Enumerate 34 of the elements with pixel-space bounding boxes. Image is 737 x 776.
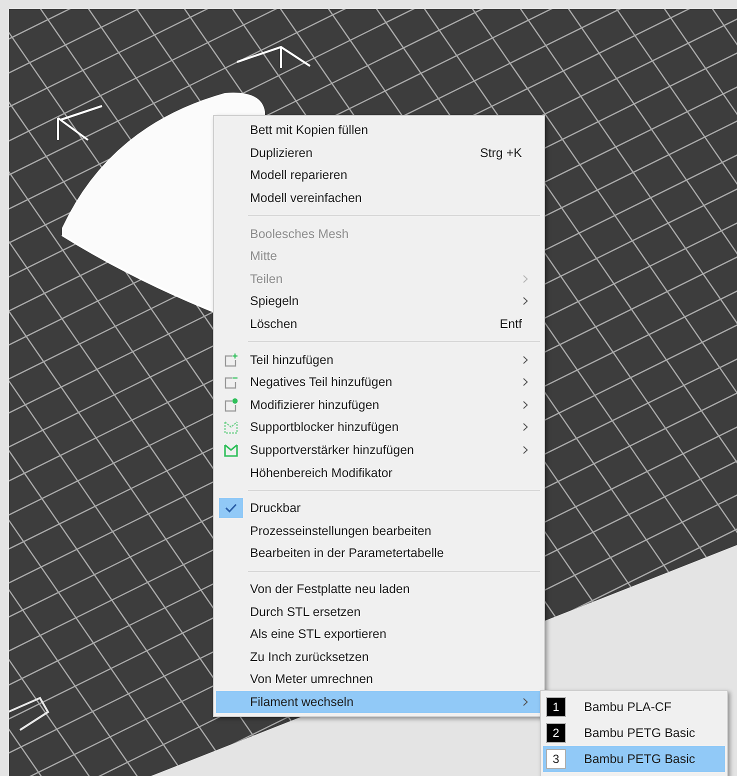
menu-item[interactable]: Höhenbereich Modifikator	[216, 461, 542, 484]
filament-item[interactable]: 3 Bambu PETG Basic	[543, 746, 725, 772]
filament-item[interactable]: 2 Bambu PETG Basic	[543, 720, 725, 746]
checkmark-icon	[225, 503, 237, 514]
add-part-icon	[224, 352, 238, 367]
filament-item[interactable]: 1 Bambu PLA-CF	[543, 694, 725, 720]
support-blocker-icon	[224, 420, 238, 434]
menu-item[interactable]: Löschen Entf	[216, 312, 542, 336]
support-enforcer-icon	[224, 444, 238, 457]
filament-swatch: 2	[546, 723, 566, 743]
menu-item[interactable]: Von der Festplatte neu laden	[216, 578, 542, 600]
menu-item[interactable]: Druckbar	[216, 496, 542, 520]
menu-item[interactable]: Supportverstärker hinzufügen	[216, 438, 542, 462]
filament-swatch: 1	[546, 697, 566, 717]
menu-item[interactable]: Negatives Teil hinzufügen	[216, 370, 542, 394]
menu-item[interactable]: Spiegeln	[216, 290, 542, 313]
menu-item[interactable]: Supportblocker hinzufügen	[216, 416, 542, 439]
menu-item[interactable]: Zu Inch zurücksetzen	[216, 645, 542, 668]
menu-item[interactable]: Prozesseinstellungen bearbeiten	[216, 520, 542, 542]
menu-item[interactable]: Teil hinzufügen	[216, 348, 542, 371]
checkbox[interactable]	[219, 498, 243, 518]
menu-item[interactable]: Duplizieren Strg +K	[216, 142, 542, 164]
menu-item[interactable]: Durch STL ersetzen	[216, 600, 542, 623]
menu-item[interactable]: Bearbeiten in der Parametertabelle	[216, 542, 542, 565]
menu-item[interactable]: Bett mit Kopien füllen	[216, 119, 542, 142]
modifier-icon	[224, 398, 238, 412]
menu-item[interactable]: Als eine STL exportieren	[216, 622, 542, 646]
menu-item[interactable]: Modifizierer hinzufügen	[216, 394, 542, 416]
filament-swatch: 3	[546, 749, 566, 769]
menu-item[interactable]: Filament wechseln	[216, 690, 542, 714]
menu-item[interactable]: Modell reparieren	[216, 164, 542, 187]
menu-item[interactable]: Von Meter umrechnen	[216, 668, 542, 691]
remove-part-icon	[224, 375, 238, 390]
menu-item[interactable]: Modell vereinfachen	[216, 186, 542, 210]
